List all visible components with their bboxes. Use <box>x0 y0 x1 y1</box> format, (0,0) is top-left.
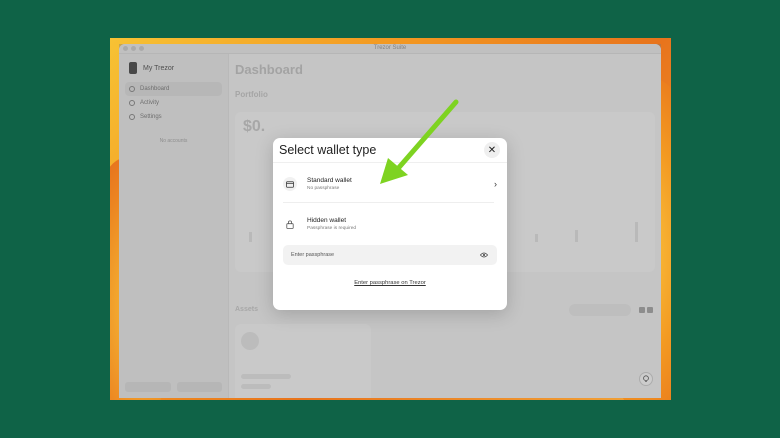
close-button[interactable]: ✕ <box>484 142 500 158</box>
modal-title: Select wallet type <box>279 143 377 157</box>
standard-wallet-title: Standard wallet <box>307 177 352 184</box>
eye-icon[interactable] <box>479 250 489 260</box>
standard-wallet-text: Standard wallet No passphrase <box>307 176 494 192</box>
wallet-icon <box>283 177 297 191</box>
passphrase-field[interactable] <box>283 245 497 265</box>
hidden-wallet-text: Hidden wallet Passphrase is required <box>307 216 497 232</box>
enter-on-trezor-link[interactable]: Enter passphrase on Trezor <box>273 280 507 286</box>
chevron-right-icon: › <box>494 179 497 189</box>
hidden-wallet-subtitle: Passphrase is required <box>307 226 357 231</box>
option-divider <box>283 202 494 203</box>
passphrase-input[interactable] <box>291 252 479 258</box>
standard-wallet-subtitle: No passphrase <box>307 186 340 191</box>
modal-divider <box>273 162 507 163</box>
standard-wallet-option[interactable]: Standard wallet No passphrase › <box>283 169 497 199</box>
hidden-wallet-title: Hidden wallet <box>307 217 347 224</box>
hidden-wallet-option[interactable]: Hidden wallet Passphrase is required <box>283 209 497 239</box>
select-wallet-modal: Select wallet type ✕ Standard wallet No … <box>273 138 507 310</box>
lock-icon <box>283 217 297 231</box>
close-icon: ✕ <box>487 144 497 156</box>
